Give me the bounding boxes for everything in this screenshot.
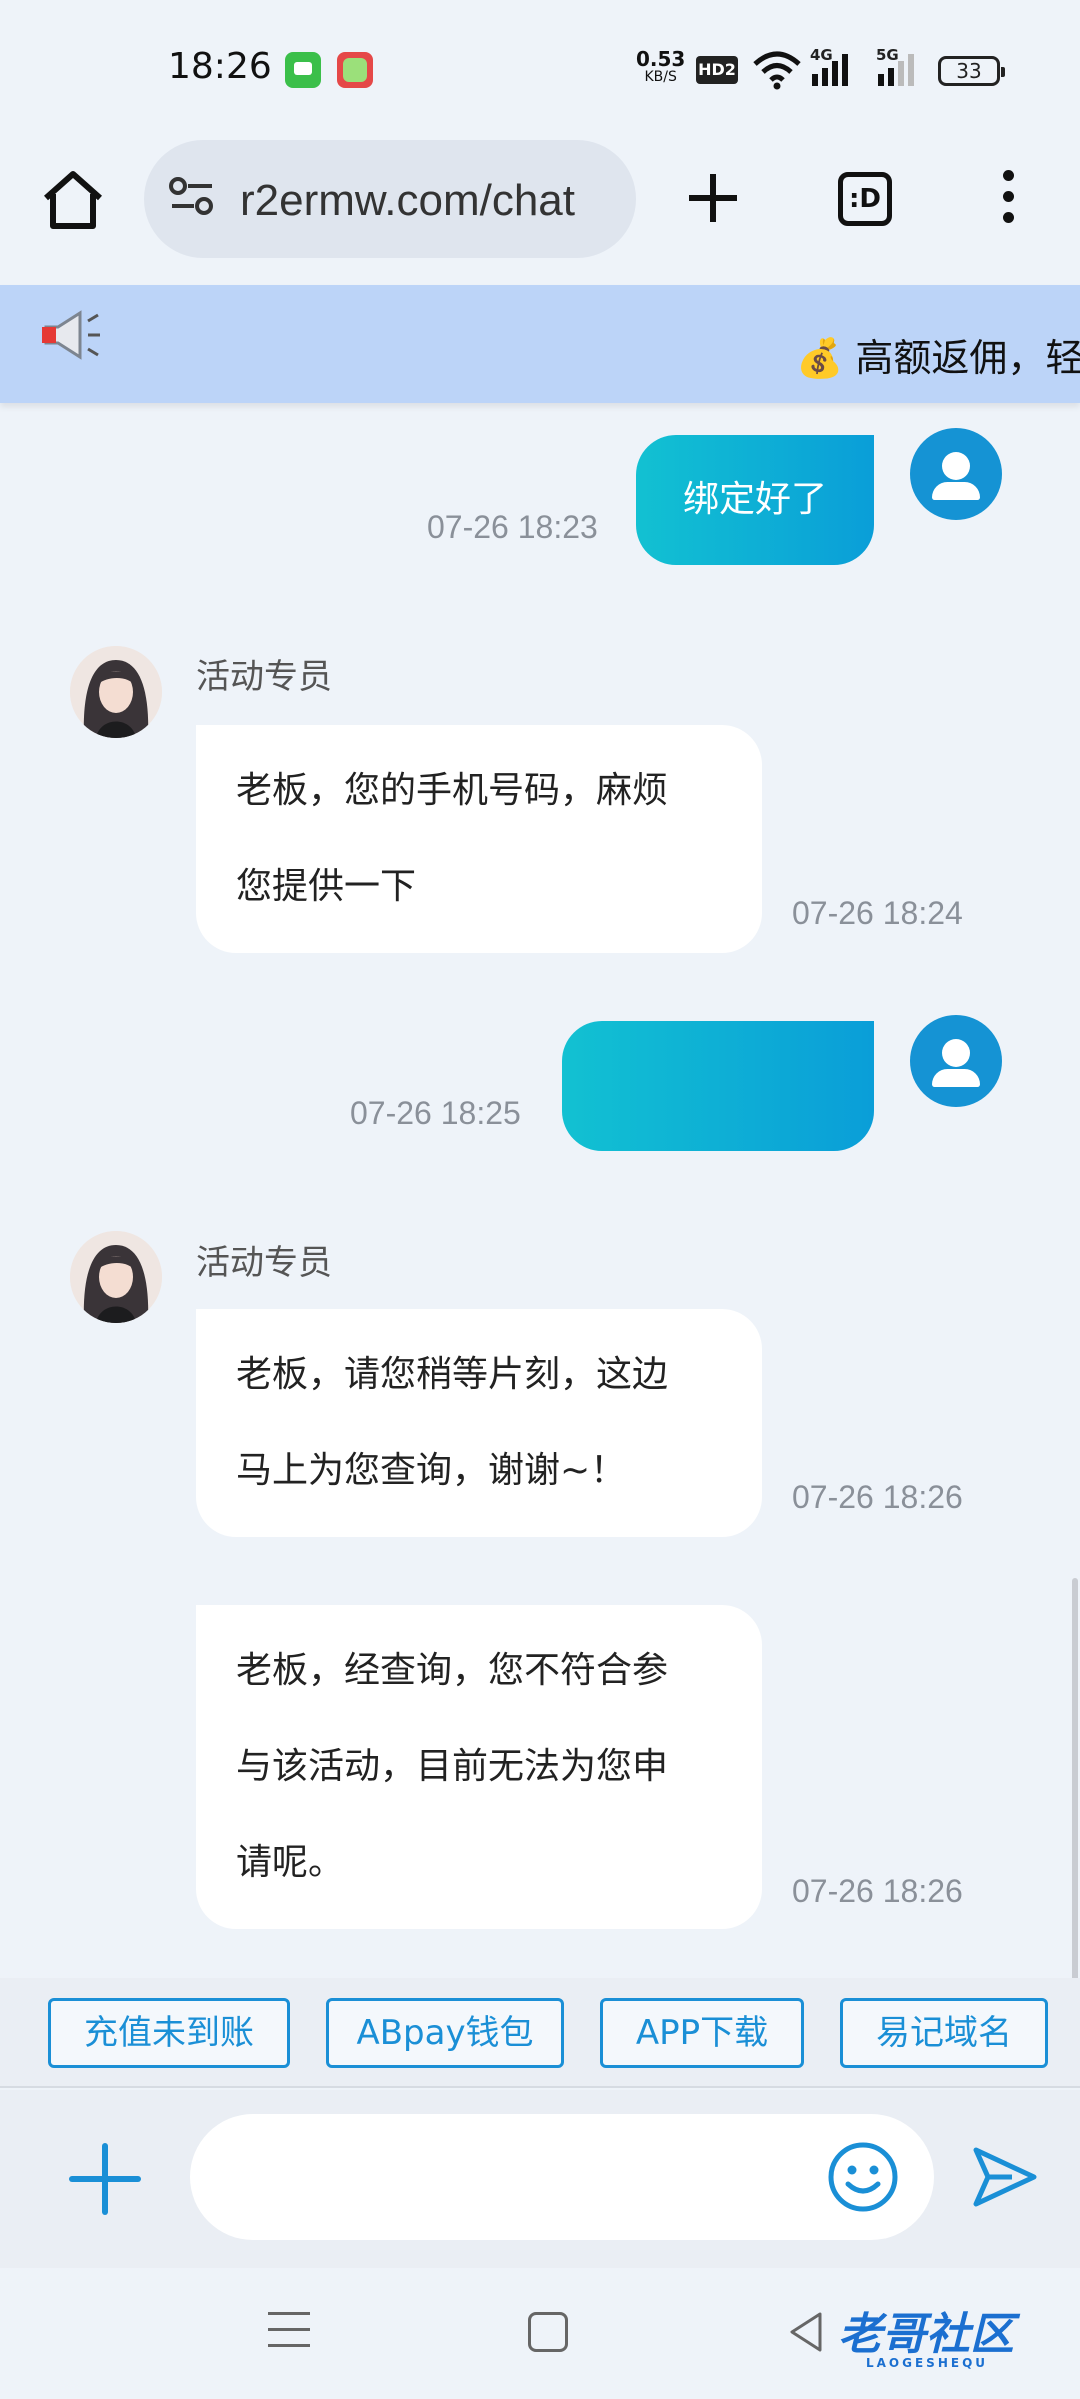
agent-avatar <box>70 1231 162 1323</box>
watermark-text: 老哥社区 <box>838 2309 1014 2360</box>
quick-reply-button[interactable]: 充值未到账 <box>48 1998 290 2068</box>
signal-4g-label: 4G <box>810 46 833 64</box>
quick-reply-bar: 充值未到账 ABpay钱包 APP下载 易记域名 <box>0 1978 1080 2088</box>
hd-voice-icon: HD2 <box>696 56 738 84</box>
announcement-banner: 💰 高额返佣，轻 <box>0 285 1080 403</box>
user-avatar <box>910 428 1002 520</box>
agent-message-bubble: 老板，请您稍等片刻，这边 马上为您查询，谢谢~！ <box>196 1309 762 1537</box>
message-timestamp: 07-26 18:26 <box>792 1873 963 1909</box>
battery-icon: 33 <box>938 56 1005 86</box>
chat-scrollbar[interactable] <box>1072 1578 1078 1978</box>
message-timestamp: 07-26 18:26 <box>792 1479 963 1515</box>
sender-name: 活动专员 <box>196 657 332 697</box>
message-line: 请呢。 <box>236 1842 345 1883</box>
user-message-bubble-redacted <box>562 1021 874 1151</box>
system-nav-bar: 老哥社区 LAOGESHEQU <box>0 2268 1080 2399</box>
status-bar: 18:26 0.53 KB/S HD2 4G 5G 33 <box>0 0 1080 140</box>
new-tab-icon[interactable] <box>685 170 741 226</box>
message-line: 与该活动，目前无法为您申 <box>236 1746 669 1787</box>
site-settings-icon[interactable] <box>168 176 216 220</box>
message-line: 老板，经查询，您不符合参 <box>236 1650 669 1691</box>
message-input-bar <box>0 2090 1080 2268</box>
home-icon[interactable] <box>40 168 106 234</box>
sender-name: 活动专员 <box>196 1243 332 1283</box>
signal-4g-icon: 4G <box>810 46 856 92</box>
browser-toolbar: r2ermw.com/chat :D <box>0 140 1080 285</box>
quick-reply-button[interactable]: ABpay钱包 <box>326 1998 564 2068</box>
emoji-icon[interactable] <box>826 2140 900 2214</box>
quick-reply-button[interactable]: 易记域名 <box>840 1998 1048 2068</box>
message-timestamp: 07-26 18:23 <box>427 509 598 545</box>
message-line: 马上为您查询，谢谢~！ <box>236 1450 627 1491</box>
agent-message-bubble: 老板，您的手机号码，麻烦 您提供一下 <box>196 725 762 953</box>
recent-apps-icon[interactable] <box>268 2312 310 2348</box>
message-timestamp: 07-26 18:24 <box>792 895 963 931</box>
message-line: 老板，您的手机号码，麻烦 <box>236 770 669 811</box>
more-options-icon[interactable] <box>996 170 1020 230</box>
send-icon[interactable] <box>970 2144 1040 2210</box>
battery-level: 33 <box>956 59 982 83</box>
back-icon[interactable] <box>786 2310 826 2354</box>
agent-avatar-image <box>70 1231 162 1323</box>
app-notification-icon <box>337 52 373 88</box>
message-line: 您提供一下 <box>236 866 417 907</box>
status-time: 18:26 <box>168 46 272 87</box>
url-text[interactable]: r2ermw.com/chat <box>240 176 575 226</box>
announcement-text: 💰 高额返佣，轻 <box>796 336 1080 380</box>
message-input[interactable] <box>190 2114 934 2240</box>
agent-avatar <box>70 646 162 738</box>
nav-home-icon[interactable] <box>528 2312 568 2352</box>
address-bar[interactable]: r2ermw.com/chat <box>144 140 636 258</box>
signal-5g-icon: 5G <box>876 46 922 92</box>
quick-reply-button[interactable]: APP下载 <box>600 1998 804 2068</box>
user-avatar <box>910 1015 1002 1107</box>
signal-5g-label: 5G <box>876 46 899 64</box>
network-speed: 0.53 KB/S <box>636 49 685 86</box>
agent-avatar-image <box>70 646 162 738</box>
message-timestamp: 07-26 18:25 <box>350 1095 521 1131</box>
user-message-bubble: 绑定好了 <box>636 435 874 565</box>
tab-switcher-button[interactable]: :D <box>838 172 892 226</box>
message-line: 老板，请您稍等片刻，这边 <box>236 1354 669 1395</box>
messages-notification-icon <box>285 52 321 88</box>
wifi-icon <box>753 51 801 90</box>
watermark-logo: 老哥社区 LAOGESHEQU <box>838 2298 1014 2370</box>
agent-message-bubble: 老板，经查询，您不符合参 与该活动，目前无法为您申 请呢。 <box>196 1605 762 1929</box>
chat-messages[interactable]: 绑定好了 07-26 18:23 活动专员 老板，您的手机号码，麻烦 您提供一下… <box>0 403 1080 1978</box>
megaphone-icon <box>42 310 100 360</box>
add-attachment-icon[interactable] <box>66 2140 144 2218</box>
